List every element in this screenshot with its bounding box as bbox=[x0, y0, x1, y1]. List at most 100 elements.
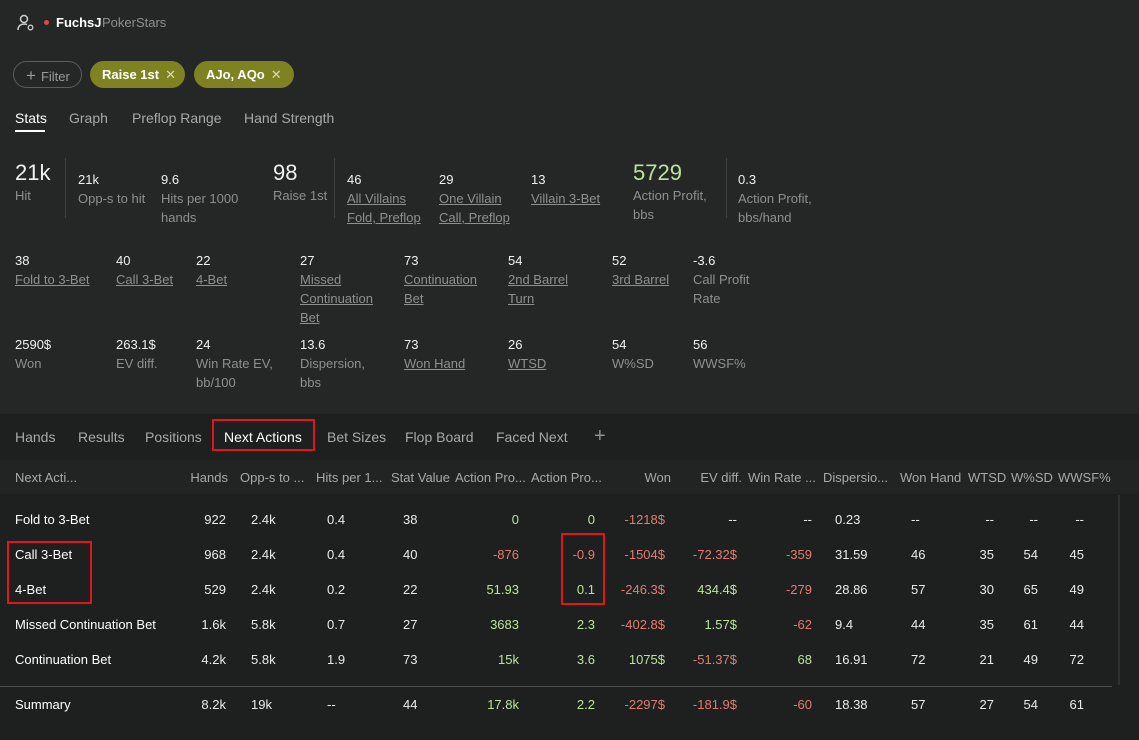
cell-win-rate: -62 bbox=[793, 617, 812, 632]
cell-wsd: 54 bbox=[1023, 547, 1038, 562]
stat-label: Action Profit, bbs bbox=[633, 188, 707, 222]
stat-2nd-barrel[interactable]: 54 2nd Barrel Turn bbox=[508, 251, 580, 308]
highlight-box-row-names bbox=[7, 541, 92, 604]
close-icon[interactable]: ✕ bbox=[271, 67, 282, 82]
close-icon[interactable]: ✕ bbox=[165, 67, 176, 82]
column-header[interactable]: Opp-s to ... bbox=[240, 470, 304, 485]
stat-value: 263.1$ bbox=[116, 337, 156, 352]
stat-label[interactable]: Fold to 3-Bet bbox=[15, 270, 105, 289]
tab-preflop-range[interactable]: Preflop Range bbox=[132, 110, 222, 126]
highlight-box-action-profit bbox=[561, 533, 605, 605]
column-header[interactable]: Action Pro... bbox=[455, 470, 526, 485]
stat-label[interactable]: Missed Continuation Bet bbox=[300, 270, 380, 327]
column-header[interactable]: WWSF% bbox=[1058, 470, 1111, 485]
cell-won: -1504$ bbox=[624, 547, 665, 562]
cell-dispersion: 0.23 bbox=[835, 512, 861, 527]
cell-opps: 2.4k bbox=[251, 547, 276, 562]
filter-chip-hands[interactable]: AJo, AQo ✕ bbox=[194, 61, 294, 88]
stat-label[interactable]: 3rd Barrel bbox=[612, 270, 687, 289]
stat-label[interactable]: One Villain Call, Preflop bbox=[439, 189, 519, 227]
tab-positions[interactable]: Positions bbox=[145, 429, 202, 445]
stat-call-profit-rate: -3.6 Call Profit Rate bbox=[693, 251, 773, 308]
cell-wwsf: 72 bbox=[1069, 652, 1084, 667]
cell-dispersion: 16.91 bbox=[835, 652, 868, 667]
cell-opps: 5.8k bbox=[251, 652, 276, 667]
tab-graph[interactable]: Graph bbox=[69, 110, 108, 126]
column-header[interactable]: Action Pro... bbox=[531, 470, 602, 485]
tab-faced-next[interactable]: Faced Next bbox=[496, 429, 568, 445]
cell-action-profit: 0 bbox=[511, 512, 519, 527]
cell-won: -2297$ bbox=[624, 697, 665, 712]
tab-hand-strength[interactable]: Hand Strength bbox=[244, 110, 334, 126]
column-header[interactable]: Hands bbox=[178, 470, 228, 485]
stat-all-villains-fold[interactable]: 46 All Villains Fold, Preflop bbox=[347, 170, 429, 227]
column-header[interactable]: W%SD bbox=[1011, 470, 1053, 485]
column-header[interactable]: Won Hand bbox=[900, 470, 961, 485]
column-header[interactable]: Next Acti... bbox=[15, 470, 77, 485]
highlight-box-next-actions bbox=[212, 419, 315, 451]
add-tab-icon[interactable]: + bbox=[594, 425, 606, 448]
column-header[interactable]: Won bbox=[620, 470, 672, 485]
cell-wsd: 49 bbox=[1023, 652, 1038, 667]
stat-cbet[interactable]: 73 Continuation Bet bbox=[404, 251, 494, 308]
tab-flop-board[interactable]: Flop Board bbox=[405, 429, 473, 445]
divider bbox=[334, 158, 335, 218]
column-header[interactable]: Dispersio... bbox=[823, 470, 888, 485]
cell-action-profit: 17.8k bbox=[487, 697, 519, 712]
stat-label[interactable]: Call 3-Bet bbox=[116, 270, 186, 289]
stat-label[interactable]: 2nd Barrel Turn bbox=[508, 270, 580, 308]
stat-wtsd[interactable]: 26 WTSD bbox=[508, 335, 580, 373]
column-header[interactable]: Win Rate ... bbox=[748, 470, 816, 485]
tab-hands[interactable]: Hands bbox=[15, 429, 55, 445]
column-header[interactable]: Hits per 1... bbox=[316, 470, 382, 485]
stat-wsd: 54 W%SD bbox=[612, 335, 687, 373]
cell-ev-diff: -51.37$ bbox=[692, 652, 737, 667]
cell-win-rate: 68 bbox=[797, 652, 812, 667]
chip-label: Raise 1st bbox=[102, 67, 160, 82]
stat-won-hand[interactable]: 73 Won Hand bbox=[404, 335, 494, 373]
tab-bet-sizes[interactable]: Bet Sizes bbox=[327, 429, 386, 445]
stat-value: 46 bbox=[347, 172, 362, 187]
cell-wwsf: 44 bbox=[1069, 617, 1084, 632]
stat-label[interactable]: Won Hand bbox=[404, 354, 494, 373]
scrollbar[interactable] bbox=[1115, 495, 1123, 685]
filter-chip-raise-1st[interactable]: Raise 1st ✕ bbox=[90, 61, 185, 88]
cell-dispersion: 28.86 bbox=[835, 582, 868, 597]
stat-value: 13 bbox=[531, 172, 546, 187]
stat-value: 9.6 bbox=[161, 172, 180, 187]
stat-label[interactable]: All Villains Fold, Preflop bbox=[347, 189, 429, 227]
cell-action-profit-per-hand: 2.3 bbox=[576, 617, 595, 632]
tab-results[interactable]: Results bbox=[78, 429, 125, 445]
stat-label[interactable]: Continuation Bet bbox=[404, 270, 494, 308]
stat-value: 54 bbox=[508, 253, 523, 268]
stat-fold-to-3bet[interactable]: 38 Fold to 3-Bet bbox=[15, 251, 105, 289]
cell-won-hand: 57 bbox=[911, 697, 926, 712]
stat-value: 5729 bbox=[633, 160, 682, 185]
player-name[interactable]: FuchsJ bbox=[56, 15, 102, 30]
stat-label[interactable]: Villain 3-Bet bbox=[531, 189, 621, 208]
stat-villain-3bet[interactable]: 13 Villain 3-Bet bbox=[531, 170, 621, 208]
tab-stats[interactable]: Stats bbox=[15, 110, 47, 126]
column-header[interactable]: WTSD bbox=[968, 470, 1006, 485]
cell-stat-value: 38 bbox=[403, 512, 418, 527]
stat-label: Opp-s to hit bbox=[78, 191, 146, 206]
stat-label[interactable]: 4-Bet bbox=[196, 270, 256, 289]
user-settings-icon[interactable] bbox=[17, 14, 35, 32]
stat-label: Action Profit, bbs/hand bbox=[738, 191, 812, 225]
stat-missed-cbet[interactable]: 27 Missed Continuation Bet bbox=[300, 251, 380, 327]
stat-4bet[interactable]: 22 4-Bet bbox=[196, 251, 256, 289]
stat-one-villain-call[interactable]: 29 One Villain Call, Preflop bbox=[439, 170, 519, 227]
column-header[interactable]: EV diff. bbox=[690, 470, 742, 485]
stat-label[interactable]: WTSD bbox=[508, 354, 580, 373]
cell-hands: 922 bbox=[204, 512, 226, 527]
cell-won-hand: 46 bbox=[911, 547, 926, 562]
stat-call-3bet[interactable]: 40 Call 3-Bet bbox=[116, 251, 186, 289]
add-filter-button[interactable]: + Filter bbox=[13, 61, 82, 88]
stat-win-rate-ev: 24 Win Rate EV, bb/100 bbox=[196, 335, 286, 392]
stat-3rd-barrel[interactable]: 52 3rd Barrel bbox=[612, 251, 687, 289]
plus-icon: + bbox=[26, 66, 36, 85]
cell-won-hand: 44 bbox=[911, 617, 926, 632]
stat-value: 26 bbox=[508, 337, 523, 352]
column-header[interactable]: Stat Value bbox=[391, 470, 450, 485]
cell-wtsd: 35 bbox=[979, 547, 994, 562]
